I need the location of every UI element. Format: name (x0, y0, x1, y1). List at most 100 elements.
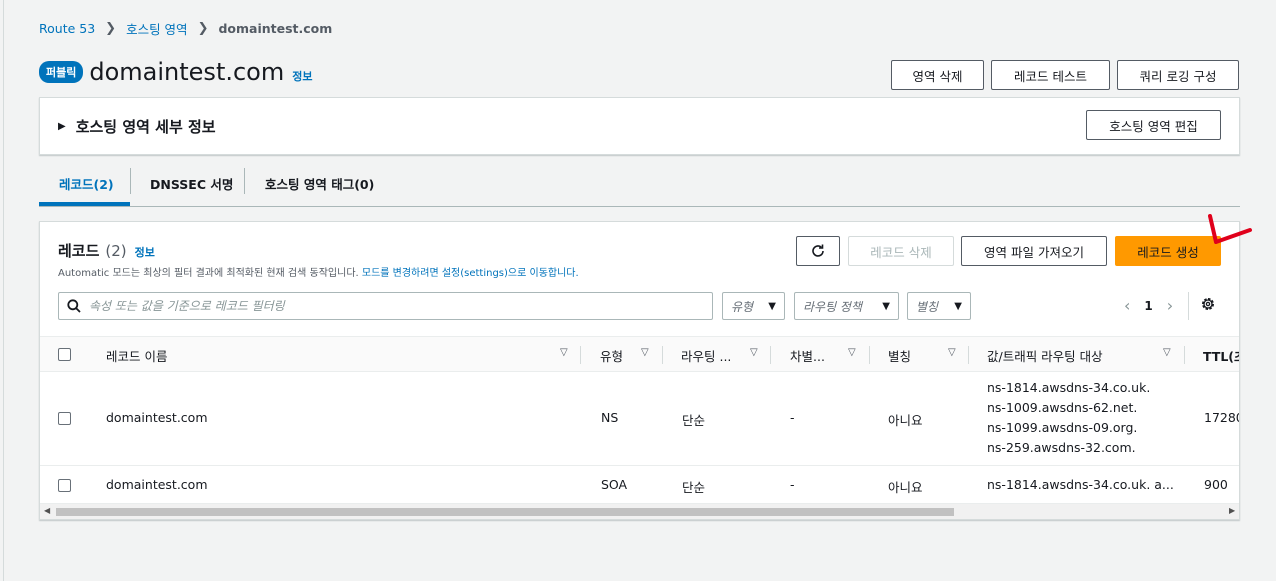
next-page-icon[interactable]: › (1159, 296, 1181, 315)
scroll-left-icon[interactable]: ◀ (44, 506, 50, 515)
delete-zone-button[interactable]: 영역 삭제 (891, 60, 984, 90)
table-row[interactable]: domaintest.com NS 단순 - 아니요 ns-1814.awsdn… (40, 372, 1240, 466)
record-alias: 아니요 (888, 480, 923, 495)
value-line: ns-1814.awsdns-34.co.uk. (987, 380, 1151, 395)
refresh-icon (812, 244, 824, 257)
record-value: ns-1814.awsdns-34.co.uk. a... (987, 477, 1174, 492)
gear-icon[interactable] (1200, 296, 1216, 312)
col-record-name[interactable]: 레코드 이름 (106, 337, 167, 373)
delete-record-button[interactable]: 레코드 삭제 (848, 236, 954, 266)
value-line: ns-259.awsdns-32.com. (987, 440, 1136, 455)
sort-icon[interactable]: ▽ (948, 347, 956, 358)
col-alias[interactable]: 별칭 (888, 337, 911, 373)
column-divider[interactable] (1184, 346, 1185, 364)
scrollbar-thumb[interactable] (56, 508, 954, 516)
tab-dnssec[interactable]: DNSSEC 서명 (150, 160, 233, 206)
pagination: ‹ 1 › (1116, 296, 1181, 315)
tab-bar: 레코드(2) DNSSEC 서명 호스팅 영역 태그(0) (39, 160, 1240, 207)
select-all-checkbox[interactable] (58, 348, 71, 361)
col-differentiator[interactable]: 차별... (790, 337, 825, 373)
caret-down-icon: ▼ (768, 300, 776, 312)
col-ttl[interactable]: TTL(초 (1203, 337, 1239, 373)
tab-tags[interactable]: 호스팅 영역 태그(0) (265, 160, 374, 206)
column-divider[interactable] (869, 346, 870, 364)
col-routing[interactable]: 라우팅 ... (681, 337, 731, 373)
column-divider[interactable] (968, 346, 969, 364)
query-logging-button[interactable]: 쿼리 로깅 구성 (1117, 60, 1239, 90)
records-count: (2) (105, 242, 127, 260)
test-record-button[interactable]: 레코드 테스트 (991, 60, 1110, 90)
routing-filter-label: 라우팅 정책 (803, 299, 863, 314)
column-divider[interactable] (580, 346, 581, 364)
sort-icon[interactable]: ▽ (750, 347, 758, 358)
caret-down-icon: ▼ (882, 300, 890, 312)
col-value[interactable]: 값/트래픽 라우팅 대상 (987, 337, 1103, 373)
create-record-button[interactable]: 레코드 생성 (1115, 236, 1221, 266)
records-description: Automatic 모드는 최상의 필터 결과에 최적화된 현재 검색 동작입니… (58, 264, 579, 279)
value-line: ns-1099.awsdns-09.org. (987, 420, 1138, 435)
sort-icon[interactable]: ▽ (560, 347, 568, 358)
alias-filter[interactable]: 별칭 ▼ (907, 292, 971, 320)
sort-icon[interactable]: ▽ (641, 347, 649, 358)
breadcrumb: Route 53 ❯ 호스팅 영역 ❯ domaintest.com (39, 19, 332, 38)
record-ttl: 17280 (1204, 410, 1240, 425)
tab-divider (244, 168, 245, 194)
record-value: ns-1814.awsdns-34.co.uk. ns-1009.awsdns-… (987, 378, 1150, 458)
records-info-link[interactable]: 정보 (135, 244, 155, 260)
record-alias: 아니요 (888, 413, 923, 428)
caret-down-icon: ▼ (954, 300, 962, 312)
import-zone-file-button[interactable]: 영역 파일 가져오기 (961, 236, 1107, 266)
prev-page-icon[interactable]: ‹ (1116, 296, 1138, 315)
chevron-right-icon: ❯ (105, 21, 117, 36)
scroll-right-icon[interactable]: ▶ (1229, 506, 1235, 515)
breadcrumb-hosted-zones[interactable]: 호스팅 영역 (126, 19, 187, 38)
record-type: SOA (601, 477, 628, 492)
breadcrumb-route53[interactable]: Route 53 (39, 21, 95, 36)
records-title: 레코드 (58, 242, 100, 260)
table-header: 레코드 이름 ▽ 유형 ▽ 라우팅 ... ▽ 차별... ▽ 별칭 ▽ 값/트… (40, 336, 1239, 373)
search-input-wrapper[interactable] (58, 292, 713, 320)
details-title: 호스팅 영역 세부 정보 (75, 118, 216, 136)
col-type[interactable]: 유형 (600, 337, 623, 373)
record-routing: 단순 (682, 480, 706, 495)
record-name: domaintest.com (106, 410, 208, 425)
annotation-checkmark-icon (1208, 214, 1252, 244)
routing-policy-filter[interactable]: 라우팅 정책 ▼ (794, 292, 899, 320)
row-checkbox[interactable] (58, 479, 71, 492)
record-ttl: 900 (1204, 477, 1228, 492)
divider (1188, 292, 1189, 320)
column-divider[interactable] (662, 346, 663, 364)
sort-icon[interactable]: ▽ (1163, 347, 1171, 358)
row-checkbox[interactable] (58, 412, 71, 425)
column-divider[interactable] (770, 346, 771, 364)
record-routing: 단순 (682, 413, 706, 428)
type-filter-label: 유형 (731, 299, 754, 314)
page-title: domaintest.com (89, 58, 285, 86)
record-diff: - (790, 410, 795, 425)
breadcrumb-current: domaintest.com (218, 21, 333, 36)
search-icon (67, 299, 81, 313)
edit-hosted-zone-button[interactable]: 호스팅 영역 편집 (1086, 110, 1221, 140)
tab-records[interactable]: 레코드(2) (59, 160, 114, 206)
sort-icon[interactable]: ▽ (848, 347, 856, 358)
record-diff: - (790, 477, 795, 492)
type-filter[interactable]: 유형 ▼ (722, 292, 785, 320)
hosted-zone-details-panel: ▶ 호스팅 영역 세부 정보 (39, 97, 1240, 155)
active-tab-indicator (39, 202, 130, 206)
horizontal-scrollbar[interactable]: ◀ ▶ (40, 504, 1239, 519)
page-header: 퍼블릭 domaintest.com 정보 (39, 58, 312, 86)
tab-divider (130, 168, 131, 194)
refresh-button[interactable] (796, 236, 840, 266)
page-number[interactable]: 1 (1138, 299, 1158, 313)
record-type: NS (601, 410, 619, 425)
chevron-right-icon: ❯ (197, 21, 209, 36)
value-line: ns-1009.awsdns-62.net. (987, 400, 1138, 415)
records-header: 레코드 (2) 정보 (58, 240, 155, 261)
search-input[interactable] (89, 299, 689, 313)
table-row[interactable]: domaintest.com SOA 단순 - 아니요 ns-1814.awsd… (40, 466, 1239, 504)
settings-link[interactable]: 모드를 변경하려면 설정(settings)으로 이동합니다. (362, 268, 579, 279)
info-link[interactable]: 정보 (292, 68, 312, 84)
details-toggle[interactable]: ▶ 호스팅 영역 세부 정보 (58, 116, 216, 137)
description-text: Automatic 모드는 최상의 필터 결과에 최적화된 현재 검색 동작입니… (58, 268, 362, 279)
caret-right-icon: ▶ (58, 121, 66, 132)
